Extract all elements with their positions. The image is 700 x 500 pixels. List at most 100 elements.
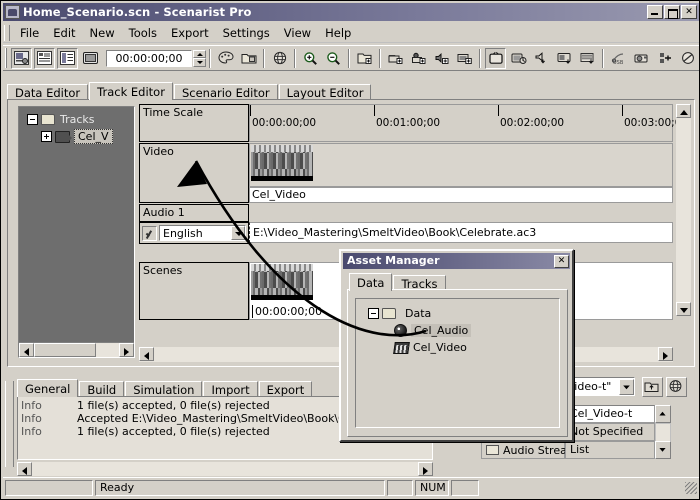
log-horizontal-scrollbar[interactable]: [17, 462, 433, 476]
track-header-time-scale[interactable]: Time Scale: [139, 104, 249, 142]
scene-thumbnail[interactable]: [251, 264, 313, 300]
video-out-icon[interactable]: [554, 47, 575, 69]
data-editor-icon[interactable]: [11, 47, 32, 69]
grid-name-cell[interactable]: Cel_Video-t: [565, 405, 655, 423]
asset-tree[interactable]: Data Cel_Audio Cel_Video: [355, 298, 560, 428]
maximize-button[interactable]: [664, 5, 680, 19]
log-panel-grip[interactable]: [5, 381, 14, 467]
scroll-track-vertical[interactable]: [676, 118, 691, 302]
log-scroll-right-arrow[interactable]: [418, 462, 433, 476]
up-folder-button[interactable]: [642, 377, 663, 397]
close-button[interactable]: ✕: [681, 5, 697, 19]
new-folder-icon[interactable]: [354, 47, 375, 69]
palette-icon[interactable]: [215, 47, 236, 69]
log-tab-general[interactable]: General: [17, 379, 79, 397]
log-scroll-left-arrow[interactable]: [17, 462, 32, 476]
layout-icon[interactable]: [654, 47, 675, 69]
folder-properties-icon[interactable]: [238, 47, 259, 69]
minus-box-icon[interactable]: [27, 114, 38, 125]
tree-row-tracks[interactable]: Tracks: [19, 111, 134, 128]
minimize-button[interactable]: [647, 5, 663, 19]
asset-item-cel-video[interactable]: Cel_Video: [356, 339, 559, 356]
scroll-right-arrow[interactable]: [119, 343, 134, 357]
preview-tv-icon[interactable]: [485, 47, 506, 69]
verify-icon[interactable]: [677, 47, 698, 69]
timecode-spinner[interactable]: [193, 49, 206, 67]
scroll-down-arrow[interactable]: [676, 302, 691, 316]
resize-grip[interactable]: [685, 481, 697, 494]
scroll-thumb[interactable]: [34, 343, 96, 357]
video-clip-label: Cel_Video: [252, 188, 306, 201]
track-header-scenes[interactable]: Scenes: [139, 262, 249, 320]
track-tree-pane[interactable]: Tracks Cel_V: [18, 106, 135, 358]
menu-item-help[interactable]: Help: [318, 24, 358, 42]
asset-manager-close-button[interactable]: ✕: [554, 254, 569, 268]
scroll-track[interactable]: [96, 343, 119, 357]
toolbar-grip[interactable]: [5, 48, 7, 68]
add-video-icon[interactable]: [454, 47, 475, 69]
menu-item-file[interactable]: File: [13, 24, 46, 42]
scenario-editor-icon[interactable]: [57, 47, 78, 69]
video-clip-thumbnail[interactable]: [251, 145, 313, 181]
audio-language-combo[interactable]: English: [159, 225, 246, 241]
time-ruler[interactable]: 00:00:00;00 00:01:00;00 00:02:00;00 00:0…: [249, 104, 688, 142]
scroll-up-arrow[interactable]: [676, 104, 691, 118]
track-header-audio-1[interactable]: Audio 1: [139, 204, 249, 222]
menu-item-tools[interactable]: Tools: [122, 24, 164, 42]
log-scroll-track[interactable]: [32, 462, 418, 476]
add-still-icon[interactable]: [385, 47, 406, 69]
grid-row-value-1[interactable]: List: [565, 441, 655, 459]
add-audio-icon[interactable]: [431, 47, 452, 69]
chevron-down-icon[interactable]: [619, 378, 634, 395]
track-header-video[interactable]: Video: [139, 143, 249, 203]
tab-layout-editor[interactable]: Layout Editor: [278, 84, 372, 100]
plus-box-icon[interactable]: [41, 131, 52, 142]
log-tab-import[interactable]: Import: [203, 381, 258, 397]
audio-out-icon[interactable]: [531, 47, 552, 69]
tree-horizontal-scrollbar[interactable]: [19, 342, 134, 357]
menu-item-edit[interactable]: Edit: [46, 24, 82, 42]
video-lane[interactable]: [249, 143, 673, 187]
scroll-left-arrow-2[interactable]: [139, 347, 154, 361]
globe-icon[interactable]: [269, 47, 290, 69]
timeline-vertical-scrollbar[interactable]: [676, 104, 691, 316]
log-tab-simulation[interactable]: Simulation: [125, 381, 203, 397]
tree-row-cel-video[interactable]: Cel_V: [19, 128, 134, 145]
tab-track-editor[interactable]: Track Editor: [89, 82, 173, 100]
track-editor-icon[interactable]: [34, 47, 55, 69]
globe-button[interactable]: [666, 377, 687, 397]
grid-row-label-1[interactable]: Audio Streams: [481, 441, 583, 459]
simulate-icon[interactable]: [508, 47, 529, 69]
asset-item-cel-audio[interactable]: Cel_Audio: [356, 322, 559, 339]
menu-item-settings[interactable]: Settings: [216, 24, 277, 42]
scroll-left-arrow[interactable]: [19, 343, 34, 357]
chevron-down-icon[interactable]: [231, 226, 245, 240]
menu-item-export[interactable]: Export: [164, 24, 216, 42]
grid-scroll-up-arrow[interactable]: [655, 405, 671, 423]
menu-item-new[interactable]: New: [83, 24, 122, 42]
timecode-field[interactable]: 00:00:00;00: [106, 49, 192, 67]
zoom-out-icon[interactable]: [323, 47, 344, 69]
tab-scenario-editor[interactable]: Scenario Editor: [173, 84, 278, 100]
write-disc-icon[interactable]: [631, 47, 652, 69]
tab-data-editor[interactable]: Data Editor: [7, 84, 89, 100]
log-tab-build[interactable]: Build: [79, 381, 125, 397]
multiplex-icon[interactable]: [577, 47, 598, 69]
add-subtitle-icon[interactable]: [408, 47, 429, 69]
audio-lane[interactable]: E:\Video_Mastering\SmeltVideo\Book\Celeb…: [249, 222, 673, 243]
layout-editor-icon[interactable]: [80, 47, 101, 69]
audio-enable-checkbox[interactable]: [142, 225, 157, 241]
minus-box-icon[interactable]: [368, 308, 379, 319]
video-clip-name-lane[interactable]: Cel_Video: [249, 187, 673, 203]
menu-grip[interactable]: [4, 24, 10, 41]
grid-row-value-0[interactable]: Not Specified: [565, 423, 655, 441]
log-tab-export[interactable]: Export: [258, 381, 313, 397]
asset-manager-dialog[interactable]: Asset Manager ✕ Data Tracks Data Cel_Aud…: [339, 249, 574, 442]
scroll-right-arrow-2[interactable]: [658, 347, 673, 361]
asset-tree-root[interactable]: Data: [356, 305, 559, 322]
zoom-in-icon[interactable]: [300, 47, 321, 69]
grid-scroll-down-arrow[interactable]: [655, 441, 671, 459]
menu-item-view[interactable]: View: [277, 24, 318, 42]
usb-write-icon[interactable]: USB: [608, 47, 629, 69]
asset-tab-data[interactable]: Data: [349, 273, 393, 291]
